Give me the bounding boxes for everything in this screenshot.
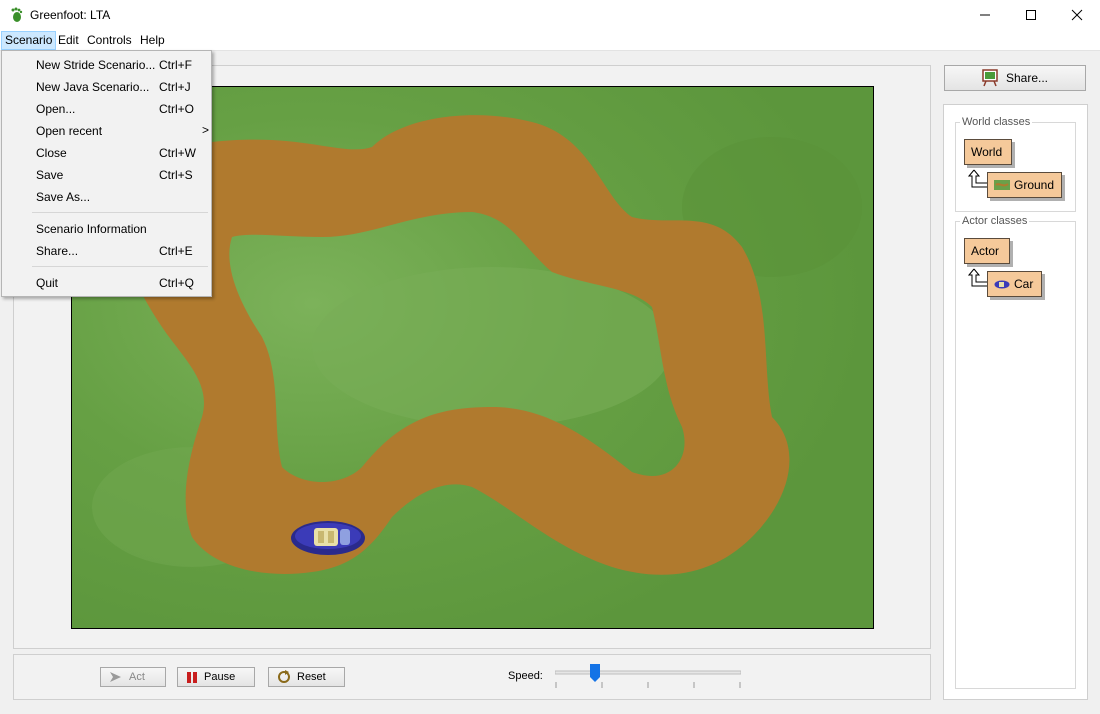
menu-item-new-java[interactable]: New Java Scenario... Ctrl+J (2, 76, 211, 98)
pause-label: Pause (204, 671, 236, 683)
menu-item-label: Close (36, 146, 67, 160)
menu-item-label: Quit (36, 276, 59, 290)
class-car-label: Car (1014, 277, 1034, 291)
class-ground-label: Ground (1014, 178, 1055, 192)
car-icon (994, 280, 1010, 288)
speed-slider-track (554, 664, 742, 688)
inherit-arrow-icon (968, 268, 987, 287)
maximize-button[interactable] (1008, 0, 1054, 30)
menu-item-open[interactable]: Open... Ctrl+O (2, 98, 211, 120)
class-panel: World classes World Ground Actor classes… (943, 104, 1088, 700)
menu-item-close[interactable]: Close Ctrl+W (2, 142, 211, 164)
menu-edit[interactable]: Edit (55, 32, 82, 49)
menu-separator (32, 212, 208, 213)
menu-separator (32, 266, 208, 267)
menu-item-label: New Java Scenario... (36, 80, 150, 94)
menu-item-shortcut: Ctrl+F (159, 58, 192, 72)
menu-item-label: Scenario Information (36, 222, 147, 236)
pause-icon (187, 671, 197, 683)
ground-icon (994, 180, 1010, 190)
world-classes-group (955, 122, 1076, 212)
inherit-arrow-icon (968, 169, 987, 188)
menu-item-shortcut: Ctrl+O (159, 102, 195, 116)
minimize-icon (980, 14, 990, 16)
menu-item-quit[interactable]: Quit Ctrl+Q (2, 272, 211, 294)
menu-item-shortcut: Ctrl+J (159, 80, 191, 94)
act-arrow-icon (110, 672, 121, 682)
greenfoot-foot-icon (11, 7, 23, 22)
pause-button[interactable]: Pause (177, 667, 255, 687)
speed-slider[interactable] (554, 664, 742, 690)
minimize-button[interactable] (962, 0, 1008, 30)
menu-scenario[interactable]: Scenario (1, 31, 57, 50)
menu-item-new-stride[interactable]: New Stride Scenario... Ctrl+F (2, 54, 211, 76)
act-label: Act (129, 671, 145, 683)
menu-help[interactable]: Help (137, 32, 168, 49)
reset-label: Reset (297, 671, 326, 683)
class-ground[interactable]: Ground (987, 172, 1062, 198)
maximize-icon (1026, 10, 1036, 20)
menu-item-shortcut: Ctrl+S (159, 168, 193, 182)
class-actor[interactable]: Actor (964, 238, 1010, 264)
menu-item-scenario-information[interactable]: Scenario Information (2, 218, 211, 240)
scenario-dropdown-menu: New Stride Scenario... Ctrl+F New Java S… (1, 50, 212, 297)
menu-item-label: Share... (36, 244, 79, 258)
world-classes-title: World classes (960, 116, 1033, 128)
window-title: Greenfoot: LTA (30, 8, 111, 22)
speed-slider-thumb (590, 664, 600, 682)
menu-item-share[interactable]: Share... Ctrl+E (2, 240, 211, 262)
act-button[interactable]: Act (100, 667, 166, 687)
submenu-arrow-icon: > (202, 123, 210, 137)
class-car[interactable]: Car (987, 271, 1042, 297)
actor-classes-title: Actor classes (960, 215, 1030, 227)
title-bar: Greenfoot: LTA (0, 0, 1100, 30)
reset-icon (278, 670, 290, 683)
reset-button[interactable]: Reset (268, 667, 345, 687)
class-world-label: World (971, 145, 1003, 159)
menu-item-label: Open recent (36, 124, 103, 138)
menu-item-shortcut: Ctrl+W (159, 146, 196, 160)
menu-item-label: Save As... (36, 190, 91, 204)
menu-item-save-as[interactable]: Save As... (2, 186, 211, 208)
menu-item-label: Open... (36, 102, 76, 116)
class-world[interactable]: World (964, 139, 1012, 165)
share-easel-icon (982, 69, 998, 87)
share-button[interactable]: Share... (944, 65, 1086, 91)
class-actor-label: Actor (971, 244, 1000, 258)
menu-item-save[interactable]: Save Ctrl+S (2, 164, 211, 186)
menu-item-label: Save (36, 168, 64, 182)
menu-item-open-recent[interactable]: Open recent > (2, 120, 211, 142)
menu-item-shortcut: Ctrl+Q (159, 276, 195, 290)
menu-bar: Scenario Edit Controls Help (0, 30, 1100, 51)
car-actor (291, 521, 365, 555)
menu-item-shortcut: Ctrl+E (159, 244, 193, 258)
menu-item-label: New Stride Scenario... (36, 58, 156, 72)
share-label: Share... (1005, 71, 1049, 85)
menu-controls[interactable]: Controls (84, 32, 135, 49)
speed-label: Speed: (508, 670, 543, 682)
close-icon (1071, 9, 1083, 21)
close-window-button[interactable] (1054, 0, 1100, 30)
